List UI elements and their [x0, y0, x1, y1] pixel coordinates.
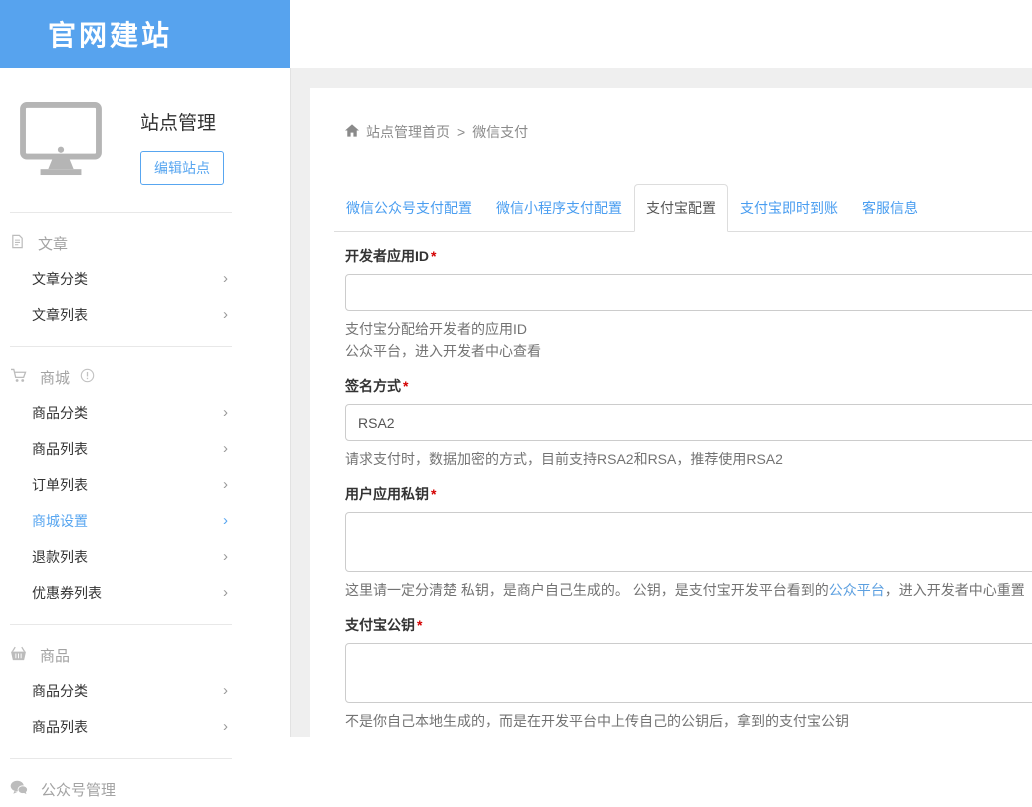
form-group-alipay-public-key: 支付宝公钥* 不是你自己本地生成的，而是在开发平台中上传自己的公钥后，拿到的支付… [345, 615, 1032, 732]
site-block: 站点管理 编辑站点 [0, 68, 290, 199]
app-id-input[interactable] [345, 274, 1032, 311]
menu-item-label: 优惠券列表 [32, 583, 102, 603]
help-text: 支付宝分配给开发者的应用ID [345, 318, 1032, 340]
sidebar-item-refund-list[interactable]: 退款列表 › [32, 539, 228, 575]
app-logo: 官网建站 [0, 0, 290, 68]
wechat-icon [10, 780, 28, 799]
sidebar-item-product-category[interactable]: 商品分类 › [32, 395, 228, 431]
menu-item-label: 订单列表 [32, 475, 88, 495]
main-area: 站点管理首页 > 微信支付 微信公众号支付配置 微信小程序支付配置 支付宝配置 … [291, 68, 1032, 737]
breadcrumb-home[interactable]: 站点管理首页 [366, 122, 450, 142]
private-key-textarea[interactable] [345, 512, 1032, 572]
chevron-right-icon: › [223, 406, 228, 420]
cart-icon [10, 368, 27, 387]
basket-icon [10, 646, 27, 665]
menu-item-label: 商品分类 [32, 403, 88, 423]
help-text: 这里请一定分清楚 私钥，是商户自己生成的。 公钥，是支付宝开发平台看到的公众平台… [345, 579, 1032, 601]
field-label: 支付宝公钥* [345, 615, 1032, 635]
alipay-public-key-textarea[interactable] [345, 643, 1032, 703]
chevron-right-icon: › [223, 308, 228, 322]
alert-icon [80, 368, 95, 387]
content-card: 站点管理首页 > 微信支付 微信公众号支付配置 微信小程序支付配置 支付宝配置 … [310, 88, 1032, 737]
form-group-sign-type: 签名方式* 请求支付时，数据加密的方式，目前支持RSA2和RSA，推荐使用RSA… [345, 376, 1032, 470]
monitor-icon [20, 102, 102, 185]
section-label: 公众号管理 [41, 779, 116, 800]
required-asterisk: * [403, 378, 408, 394]
sidebar-section-goods: 商品 [0, 638, 290, 673]
breadcrumb-separator: > [457, 124, 465, 140]
field-label: 签名方式* [345, 376, 1032, 396]
help-text: 公众平台，进入开发者中心查看 [345, 340, 1032, 362]
alipay-config-form: 开发者应用ID* 支付宝分配给开发者的应用ID 公众平台，进入开发者中心查看 签… [345, 246, 1032, 737]
chevron-right-icon: › [223, 442, 228, 456]
menu-item-label: 商城设置 [32, 511, 88, 531]
required-asterisk: * [417, 617, 422, 633]
help-text: 请求支付时，数据加密的方式，目前支持RSA2和RSA，推荐使用RSA2 [345, 448, 1032, 470]
tab-wechat-miniprogram-pay[interactable]: 微信小程序支付配置 [484, 184, 634, 232]
chevron-right-icon: › [223, 478, 228, 492]
form-group-app-id: 开发者应用ID* 支付宝分配给开发者的应用ID 公众平台，进入开发者中心查看 [345, 246, 1032, 362]
tab-bar: 微信公众号支付配置 微信小程序支付配置 支付宝配置 支付宝即时到账 客服信息 [334, 184, 1032, 232]
home-icon [345, 124, 359, 140]
sidebar-item-order-list[interactable]: 订单列表 › [32, 467, 228, 503]
required-asterisk: * [431, 248, 436, 264]
menu-item-label: 商品列表 [32, 439, 88, 459]
tab-alipay-instant[interactable]: 支付宝即时到账 [728, 184, 850, 232]
top-bar: 官网建站 [0, 0, 1032, 68]
sidebar-section-article: 文章 [0, 226, 290, 261]
edit-site-button[interactable]: 编辑站点 [140, 151, 224, 185]
sidebar-item-coupon-list[interactable]: 优惠券列表 › [32, 575, 228, 611]
article-icon [10, 234, 25, 253]
tab-alipay-config[interactable]: 支付宝配置 [634, 184, 728, 232]
menu-item-label: 退款列表 [32, 547, 88, 567]
sidebar-section-wechat-account: 公众号管理 [0, 772, 290, 807]
sidebar-item-mall-settings[interactable]: 商城设置 › [32, 503, 228, 539]
sidebar-item-goods-category[interactable]: 商品分类 › [32, 673, 228, 709]
breadcrumb-current: 微信支付 [472, 122, 528, 142]
chevron-right-icon: › [223, 720, 228, 734]
menu-item-label: 商品分类 [32, 681, 88, 701]
chevron-right-icon: › [223, 272, 228, 286]
sign-type-input[interactable] [345, 404, 1032, 441]
required-asterisk: * [431, 486, 436, 502]
tab-customer-service[interactable]: 客服信息 [850, 184, 930, 232]
section-label: 商品 [40, 645, 70, 666]
sidebar-divider [10, 346, 232, 347]
chevron-right-icon: › [223, 586, 228, 600]
site-title: 站点管理 [140, 108, 224, 135]
sidebar-section-mall: 商城 [0, 360, 290, 395]
sidebar-divider [10, 758, 232, 759]
sidebar-divider [10, 212, 232, 213]
form-group-private-key: 用户应用私钥* 这里请一定分清楚 私钥，是商户自己生成的。 公钥，是支付宝开发平… [345, 484, 1032, 601]
chevron-right-icon: › [223, 550, 228, 564]
sidebar-item-product-list[interactable]: 商品列表 › [32, 431, 228, 467]
field-label: 用户应用私钥* [345, 484, 1032, 504]
menu-item-label: 文章分类 [32, 269, 88, 289]
sidebar-item-article-category[interactable]: 文章分类 › [32, 261, 228, 297]
breadcrumb: 站点管理首页 > 微信支付 [345, 122, 1032, 142]
chevron-right-icon: › [223, 684, 228, 698]
field-label: 开发者应用ID* [345, 246, 1032, 266]
section-label: 文章 [38, 233, 68, 254]
sidebar-item-goods-list[interactable]: 商品列表 › [32, 709, 228, 745]
menu-item-label: 商品列表 [32, 717, 88, 737]
chevron-right-icon: › [223, 514, 228, 528]
public-platform-link[interactable]: 公众平台 [829, 582, 885, 598]
sidebar: 站点管理 编辑站点 文章 文章分类 › 文章列表 › 商城 商品分类 › 商品列… [0, 68, 291, 737]
sidebar-item-article-list[interactable]: 文章列表 › [32, 297, 228, 333]
site-info: 站点管理 编辑站点 [140, 102, 224, 185]
help-text: 不是你自己本地生成的，而是在开发平台中上传自己的公钥后，拿到的支付宝公钥 [345, 710, 1032, 732]
sidebar-divider [10, 624, 232, 625]
menu-item-label: 文章列表 [32, 305, 88, 325]
section-label: 商城 [40, 367, 70, 388]
tab-wechat-official-pay[interactable]: 微信公众号支付配置 [334, 184, 484, 232]
